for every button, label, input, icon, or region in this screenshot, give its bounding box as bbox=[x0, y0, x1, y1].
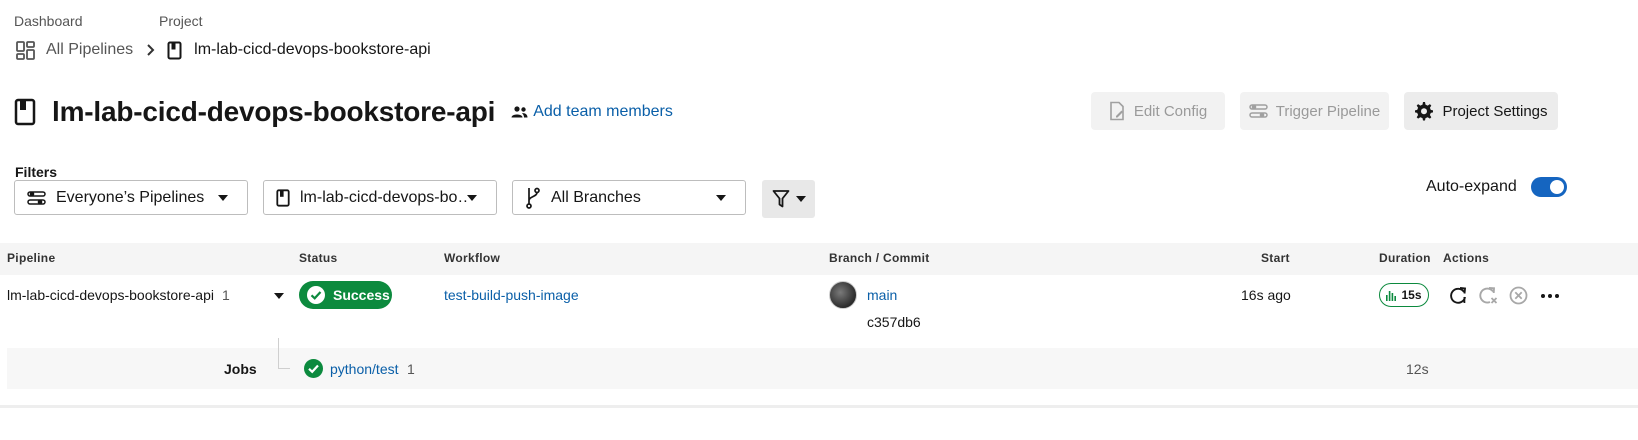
more-icon[interactable] bbox=[1541, 294, 1559, 298]
trigger-pipeline-label: Trigger Pipeline bbox=[1275, 102, 1381, 120]
table-row: lm-lab-cicd-devops-bookstore-api 1 bbox=[7, 287, 230, 303]
column-header-actions: Actions bbox=[1443, 251, 1490, 265]
edit-config-button[interactable]: Edit Config bbox=[1091, 92, 1225, 130]
auto-expand-control: Auto-expand bbox=[1426, 177, 1567, 197]
table-header: Pipeline Status Workflow Branch / Commit… bbox=[0, 243, 1638, 275]
bookmark-icon bbox=[167, 41, 182, 60]
job-number: 1 bbox=[407, 361, 415, 377]
rerun-icon[interactable] bbox=[1449, 286, 1468, 305]
people-icon bbox=[511, 106, 528, 118]
project-select[interactable]: lm-lab-cicd-devops-bo… bbox=[263, 180, 497, 215]
job-link[interactable]: python/test bbox=[330, 361, 399, 377]
avatar bbox=[829, 281, 857, 309]
filter-icon bbox=[772, 189, 790, 209]
breadcrumb-project-name[interactable]: lm-lab-cicd-devops-bookstore-api bbox=[194, 41, 431, 59]
column-header-workflow: Workflow bbox=[444, 251, 501, 265]
caret-down-icon bbox=[795, 196, 806, 202]
breadcrumb-all-pipelines-link[interactable]: All Pipelines bbox=[46, 41, 133, 59]
filters-label: Filters bbox=[15, 164, 58, 180]
pipelines-select[interactable]: Everyone’s Pipelines bbox=[14, 180, 248, 215]
add-team-members-link[interactable]: Add team members bbox=[511, 103, 673, 121]
breadcrumb-dashboard-label: Dashboard bbox=[14, 13, 83, 29]
check-circle-icon bbox=[304, 359, 323, 378]
divider bbox=[0, 405, 1638, 408]
caret-down-icon bbox=[467, 194, 477, 201]
toggle-knob bbox=[1549, 180, 1564, 194]
start-time: 16s ago bbox=[1241, 287, 1291, 303]
auto-expand-toggle[interactable] bbox=[1530, 177, 1567, 197]
trigger-pipeline-button[interactable]: Trigger Pipeline bbox=[1240, 92, 1389, 130]
commit-hash[interactable]: c357db6 bbox=[867, 314, 921, 330]
gear-icon bbox=[1414, 101, 1434, 121]
edit-config-label: Edit Config bbox=[1133, 102, 1208, 120]
branch-select-value: All Branches bbox=[551, 188, 641, 206]
pipeline-number: 1 bbox=[221, 287, 230, 303]
chevron-right-icon bbox=[146, 43, 155, 57]
file-edit-icon bbox=[1109, 101, 1126, 121]
workflow-link[interactable]: test-build-push-image bbox=[444, 287, 579, 303]
sliders-icon bbox=[27, 190, 46, 206]
bookmark-icon bbox=[276, 188, 290, 207]
tree-connector-line bbox=[278, 338, 279, 368]
column-header-branch-commit: Branch / Commit bbox=[829, 251, 930, 265]
pipelines-select-value: Everyone’s Pipelines bbox=[56, 188, 205, 206]
column-header-duration: Duration bbox=[1379, 251, 1431, 265]
page-header: lm-lab-cicd-devops-bookstore-api Add tea… bbox=[14, 96, 673, 128]
column-header-start: Start bbox=[1261, 251, 1290, 265]
filter-menu-button[interactable] bbox=[762, 180, 815, 218]
duration-badge[interactable]: 15s bbox=[1379, 283, 1429, 307]
sliders-icon bbox=[1249, 103, 1268, 119]
caret-down-icon bbox=[716, 194, 726, 201]
check-circle-icon bbox=[307, 286, 325, 304]
add-team-members-label: Add team members bbox=[533, 103, 673, 120]
auto-expand-label: Auto-expand bbox=[1426, 178, 1517, 195]
branch-select[interactable]: All Branches bbox=[512, 180, 746, 215]
rerun-failed-icon[interactable] bbox=[1479, 286, 1498, 305]
column-header-status: Status bbox=[299, 251, 338, 265]
caret-down-icon bbox=[218, 194, 228, 201]
page-title: lm-lab-cicd-devops-bookstore-api bbox=[52, 96, 496, 127]
duration-value: 15s bbox=[1401, 288, 1422, 302]
bookmark-icon bbox=[14, 98, 36, 126]
project-select-value: lm-lab-cicd-devops-bo… bbox=[300, 188, 467, 206]
dashboard-icon bbox=[16, 40, 35, 60]
expand-caret-icon[interactable] bbox=[274, 293, 284, 299]
branch-link[interactable]: main bbox=[867, 287, 897, 303]
bar-chart-icon bbox=[1386, 290, 1397, 301]
status-label: Success bbox=[333, 287, 390, 303]
tree-connector-branch bbox=[278, 368, 290, 369]
pipeline-name[interactable]: lm-lab-cicd-devops-bookstore-api bbox=[7, 287, 214, 303]
breadcrumb: All Pipelines lm-lab-cicd-devops-booksto… bbox=[16, 38, 431, 62]
project-settings-label: Project Settings bbox=[1442, 102, 1548, 120]
column-header-pipeline: Pipeline bbox=[7, 251, 56, 265]
job-duration: 12s bbox=[1406, 361, 1429, 377]
jobs-label: Jobs bbox=[224, 361, 257, 377]
status-badge[interactable]: Success bbox=[299, 281, 392, 309]
project-settings-button[interactable]: Project Settings bbox=[1404, 92, 1558, 130]
breadcrumb-project-label: Project bbox=[159, 13, 203, 29]
branch-icon bbox=[525, 187, 541, 209]
cancel-icon[interactable] bbox=[1509, 286, 1528, 305]
